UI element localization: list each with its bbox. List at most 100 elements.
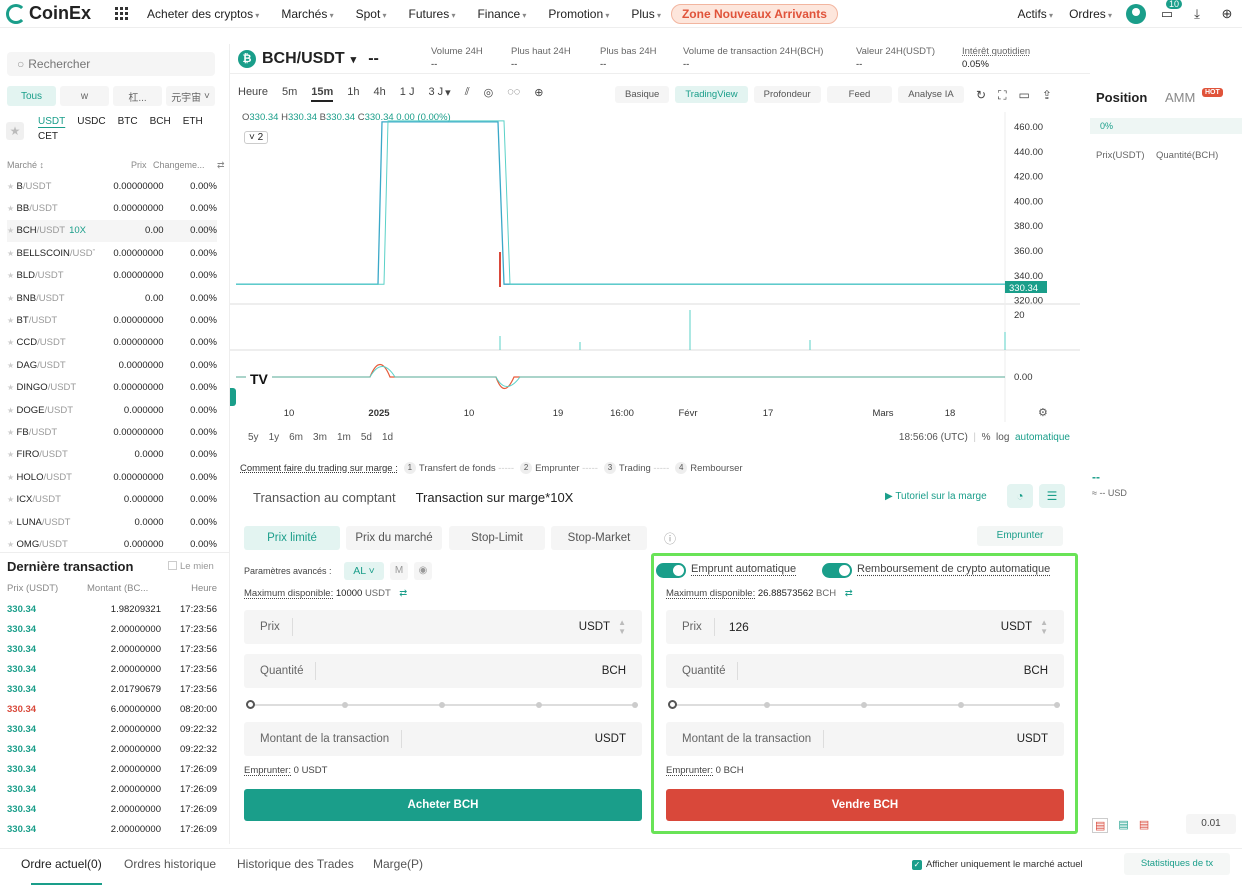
- market-row[interactable]: ★ BB/USDT 0.00000000 0.00%: [7, 197, 217, 219]
- buy-quantity-field[interactable]: Quantité BCH: [244, 654, 642, 688]
- star-icon[interactable]: ★: [7, 450, 17, 459]
- buy-price-field[interactable]: Prix USDT ▲ ▼: [244, 610, 642, 644]
- price-chart-svg[interactable]: 460.00 440.00 420.00 400.00 380.00 360.00 340.…: [230, 82, 1080, 428]
- nav-buy-crypto[interactable]: Acheter des cryptos: [147, 7, 259, 21]
- range-1d[interactable]: 1d: [382, 432, 393, 443]
- range-3m[interactable]: 3m: [313, 432, 327, 443]
- star-icon[interactable]: ★: [7, 249, 17, 258]
- transfer-icon[interactable]: ⇄: [399, 588, 407, 599]
- market-row[interactable]: ★ FIRO/USDT 0.0000 0.00%: [7, 444, 217, 466]
- range-5y[interactable]: 5y: [248, 432, 259, 443]
- nav-orders[interactable]: Ordres: [1069, 7, 1112, 21]
- star-icon[interactable]: ★: [7, 495, 17, 504]
- quote-tab-btc[interactable]: BTC: [118, 116, 138, 127]
- star-icon[interactable]: ★: [7, 540, 17, 549]
- favorites-star-icon[interactable]: ★: [6, 122, 24, 140]
- swap-columns-icon[interactable]: ⇄: [217, 160, 225, 171]
- star-icon[interactable]: ★: [7, 383, 17, 392]
- col-price[interactable]: Prix: [131, 160, 147, 170]
- market-row[interactable]: ★ BLD/USDT 0.00000000 0.00%: [7, 265, 217, 287]
- search-input[interactable]: [28, 57, 189, 71]
- filter-tab-all[interactable]: Tous: [7, 86, 56, 106]
- layout-buy-icon[interactable]: ▤: [1118, 818, 1128, 833]
- type-stop-market[interactable]: Stop-Market: [551, 526, 647, 550]
- market-row[interactable]: ★ B/USDT 0.00000000 0.00%: [7, 175, 217, 197]
- only-current-market-checkbox[interactable]: ✓ Afficher uniquement le marché actuel: [912, 859, 1083, 870]
- market-row[interactable]: ★ DINGO/USDT 0.00000000 0.00%: [7, 377, 217, 399]
- nav-assets[interactable]: Actifs: [1017, 7, 1053, 21]
- star-icon[interactable]: ★: [7, 316, 17, 325]
- filter-tab-metaverse[interactable]: 元宇宙 ˅: [166, 86, 215, 106]
- buy-amount-field[interactable]: Montant de la transaction USDT: [244, 722, 642, 756]
- nav-futures[interactable]: Futures: [409, 7, 456, 21]
- star-icon[interactable]: ★: [7, 406, 17, 415]
- market-search[interactable]: ○: [7, 52, 215, 76]
- tab-order-history[interactable]: Ordres historique: [124, 857, 216, 871]
- quote-tab-eth[interactable]: ETH: [183, 116, 203, 127]
- depth-step-select[interactable]: 0.01: [1186, 814, 1236, 834]
- filter-tab-w[interactable]: w: [60, 86, 109, 106]
- quote-tab-usdt[interactable]: USDT: [38, 116, 65, 127]
- advanced-al-select[interactable]: AL ˅: [344, 562, 384, 580]
- star-icon[interactable]: ★: [7, 182, 17, 191]
- axis-settings-icon[interactable]: ⚙: [1038, 406, 1048, 419]
- range-1m[interactable]: 1m: [337, 432, 351, 443]
- market-row[interactable]: ★ DAG/USDT 0.0000000 0.00%: [7, 354, 217, 376]
- layout-sell-icon[interactable]: ▤: [1139, 818, 1149, 833]
- market-row[interactable]: ★ BCH/USDT 10X 0.00 0.00%: [7, 219, 217, 242]
- info-icon[interactable]: ⓘ: [664, 530, 676, 547]
- stepper-icon[interactable]: ▲ ▼: [618, 618, 626, 636]
- tab-amm[interactable]: AMM: [1165, 90, 1195, 105]
- star-icon[interactable]: ★: [7, 428, 17, 437]
- market-row[interactable]: ★BELLSCOIN/USDT 0.00000000 0.00%: [7, 242, 217, 264]
- quote-tab-bch[interactable]: BCH: [150, 116, 171, 127]
- apps-grid-icon[interactable]: [115, 6, 129, 21]
- collapse-handle[interactable]: [230, 388, 236, 406]
- tab-margin-positions[interactable]: Marge(P): [373, 857, 423, 871]
- range-1y[interactable]: 1y: [269, 432, 280, 443]
- mine-checkbox[interactable]: Le mien: [168, 561, 214, 572]
- scale-percent[interactable]: %: [982, 432, 991, 443]
- nav-finance[interactable]: Finance: [477, 7, 526, 21]
- language-icon[interactable]: ⊕: [1218, 5, 1236, 23]
- type-stop-limit[interactable]: Stop-Limit: [449, 526, 545, 550]
- slider-handle[interactable]: [246, 700, 255, 709]
- market-row[interactable]: ★ DOGE/USDT 0.000000 0.00%: [7, 399, 217, 421]
- borrow-button[interactable]: Emprunter: [977, 526, 1063, 546]
- market-row[interactable]: ★ BNB/USDT 0.00 0.00%: [7, 287, 217, 309]
- star-icon[interactable]: ★: [7, 294, 17, 303]
- star-icon[interactable]: ★: [7, 338, 17, 347]
- buy-bch-button[interactable]: Acheter BCH: [244, 789, 642, 821]
- market-row[interactable]: ★ BT/USDT 0.00000000 0.00%: [7, 309, 217, 331]
- star-icon[interactable]: ★: [7, 361, 17, 370]
- star-icon[interactable]: ★: [7, 226, 17, 235]
- star-icon[interactable]: ★: [7, 204, 17, 213]
- col-market[interactable]: Marché: [7, 160, 37, 170]
- avatar[interactable]: [1126, 4, 1146, 24]
- filter-tab-leverage[interactable]: 杠...: [113, 86, 162, 106]
- star-icon[interactable]: ★: [7, 473, 17, 482]
- pair-selector[interactable]: ₿ BCH/USDT ▾ --: [238, 50, 379, 68]
- market-row[interactable]: ★ FB/USDT 0.00000000 0.00%: [7, 421, 217, 443]
- quote-tab-cet[interactable]: CET: [38, 131, 58, 142]
- settings-sliders-icon[interactable]: ☰: [1039, 484, 1065, 508]
- messages-icon[interactable]: ▭ 10: [1158, 0, 1182, 23]
- tab-trade-history[interactable]: Historique des Trades: [237, 857, 354, 871]
- market-row[interactable]: ★ HOLO/USDT 0.00000000 0.00%: [7, 466, 217, 488]
- eye-icon[interactable]: ◉: [414, 562, 432, 580]
- utc-clock[interactable]: 18:56:06 (UTC): [899, 432, 968, 443]
- scale-auto[interactable]: automatique: [1015, 432, 1070, 443]
- scale-log[interactable]: log: [996, 432, 1009, 443]
- tx-statistics-button[interactable]: Statistiques de tx: [1124, 853, 1230, 875]
- download-icon[interactable]: ⤓: [1188, 5, 1206, 23]
- buy-percent-slider[interactable]: [244, 700, 642, 710]
- step-borrow[interactable]: Emprunter: [535, 463, 579, 474]
- range-6m[interactable]: 6m: [289, 432, 303, 443]
- nav-more[interactable]: Plus: [631, 7, 661, 21]
- market-row[interactable]: ★ LUNA/USDT 0.0000 0.00%: [7, 511, 217, 533]
- star-icon[interactable]: ★: [7, 271, 17, 280]
- col-change[interactable]: Changeme...: [153, 160, 205, 170]
- range-5d[interactable]: 5d: [361, 432, 372, 443]
- market-row[interactable]: ★ ICX/USDT 0.000000 0.00%: [7, 489, 217, 511]
- nav-markets[interactable]: Marchés: [281, 7, 333, 21]
